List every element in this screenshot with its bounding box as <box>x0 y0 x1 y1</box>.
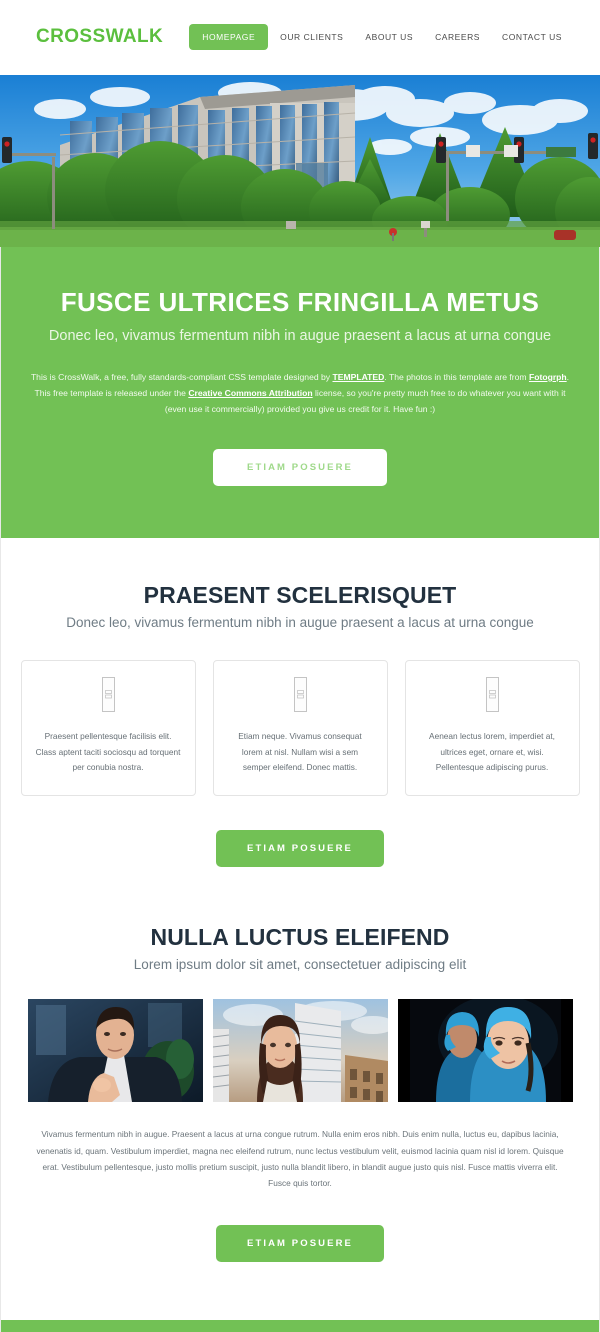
section-two-button-wrap: ETIAM POSUERE <box>1 1191 599 1320</box>
link-templated[interactable]: TEMPLATED <box>332 372 384 382</box>
feature-box-text: Etiam neque. Vivamus consequat lorem at … <box>238 731 362 773</box>
section-two-etiam-posuere-button[interactable]: ETIAM POSUERE <box>216 1225 384 1263</box>
feature-box-text: Aenean lectus lorem, imperdiet at, ultri… <box>429 731 555 773</box>
site-logo[interactable]: CROSSWALK <box>36 26 163 48</box>
nav-item-careers[interactable]: CAREERS <box>425 25 490 49</box>
section-two-body: Vivamus fermentum nibh in augue. Praesen… <box>36 1129 564 1188</box>
photo-gallery <box>1 999 599 1103</box>
section-one-heading: PRAESENT SCELERISQUET Donec leo, vivamus… <box>1 582 599 630</box>
photo-woman-city-image <box>212 999 388 1103</box>
photo-surgeons[interactable] <box>397 999 573 1103</box>
photo-surgeons-image <box>397 999 573 1103</box>
main-content: PRAESENT SCELERISQUET Donec leo, vivamus… <box>0 538 600 1321</box>
site-header: CROSSWALK HOMEPAGE OUR CLIENTS ABOUT US … <box>0 0 600 75</box>
section-nulla-luctus-eleifend: NULLA LUCTUS ELEIFEND Lorem ipsum dolor … <box>1 867 599 1320</box>
section-one-etiam-posuere-button[interactable]: ETIAM POSUERE <box>216 830 384 868</box>
section-one-title: PRAESENT SCELERISQUET <box>143 582 457 609</box>
hero-subtitle: Donec leo, vivamus fermentum nibh in aug… <box>48 328 552 345</box>
photo-woman-city[interactable] <box>212 999 388 1103</box>
photo-businessman-image <box>27 999 203 1103</box>
hero-description: This is CrossWalk, a free, fully standar… <box>28 370 573 418</box>
link-creative-commons[interactable]: Creative Commons Attribution <box>188 388 312 398</box>
hero-desc-part1: This is CrossWalk, a free, fully standar… <box>30 371 333 382</box>
link-fotogrph[interactable]: Fotogrph <box>529 372 567 382</box>
nav-item-about-us[interactable]: ABOUT US <box>355 25 423 49</box>
nav-item-homepage[interactable]: HOMEPAGE <box>189 24 269 50</box>
page-root: CROSSWALK HOMEPAGE OUR CLIENTS ABOUT US … <box>0 0 600 1332</box>
section-one-subtitle: Donec leo, vivamus fermentum nibh in aug… <box>66 615 534 631</box>
nav-item-our-clients[interactable]: OUR CLIENTS <box>270 25 353 49</box>
hero-etiam-posuere-button[interactable]: ETIAM POSUERE <box>213 449 387 487</box>
feature-box[interactable]: Praesent pellentesque facilisis elit. Cl… <box>20 660 196 797</box>
banner-photo <box>0 75 600 247</box>
section-two-title: NULLA LUCTUS ELEIFEND <box>150 924 450 951</box>
banner-image <box>0 75 600 247</box>
feature-boxes: Praesent pellentesque facilisis elit. Cl… <box>1 660 599 797</box>
feature-box[interactable]: Etiam neque. Vivamus consequat lorem at … <box>212 660 388 797</box>
feature-box[interactable]: Aenean lectus lorem, imperdiet at, ultri… <box>404 660 580 797</box>
broken-image-icon <box>485 677 499 713</box>
hero-desc-part2: . The photos in this template are from <box>384 371 529 382</box>
photo-businessman[interactable] <box>27 999 203 1103</box>
broken-image-icon <box>293 677 307 713</box>
site-footer: © Untitled. All rights reserved. | Photo… <box>0 1320 600 1332</box>
nav-item-contact-us[interactable]: CONTACT US <box>492 25 572 49</box>
section-praesent-scelerisquet: PRAESENT SCELERISQUET Donec leo, vivamus… <box>1 538 599 868</box>
main-navigation: HOMEPAGE OUR CLIENTS ABOUT US CAREERS CO… <box>189 24 572 50</box>
hero-title: FUSCE ULTRICES FRINGILLA METUS <box>60 287 540 317</box>
section-two-subtitle: Lorem ipsum dolor sit amet, consectetuer… <box>133 957 467 973</box>
feature-box-text: Praesent pellentesque facilisis elit. Cl… <box>35 731 181 773</box>
hero-button-wrap: ETIAM POSUERE <box>0 417 600 487</box>
section-one-button-wrap: ETIAM POSUERE <box>1 796 599 868</box>
hero-section: FUSCE ULTRICES FRINGILLA METUS Donec leo… <box>0 247 600 539</box>
section-two-heading: NULLA LUCTUS ELEIFEND Lorem ipsum dolor … <box>1 924 599 972</box>
broken-image-icon <box>101 677 115 713</box>
